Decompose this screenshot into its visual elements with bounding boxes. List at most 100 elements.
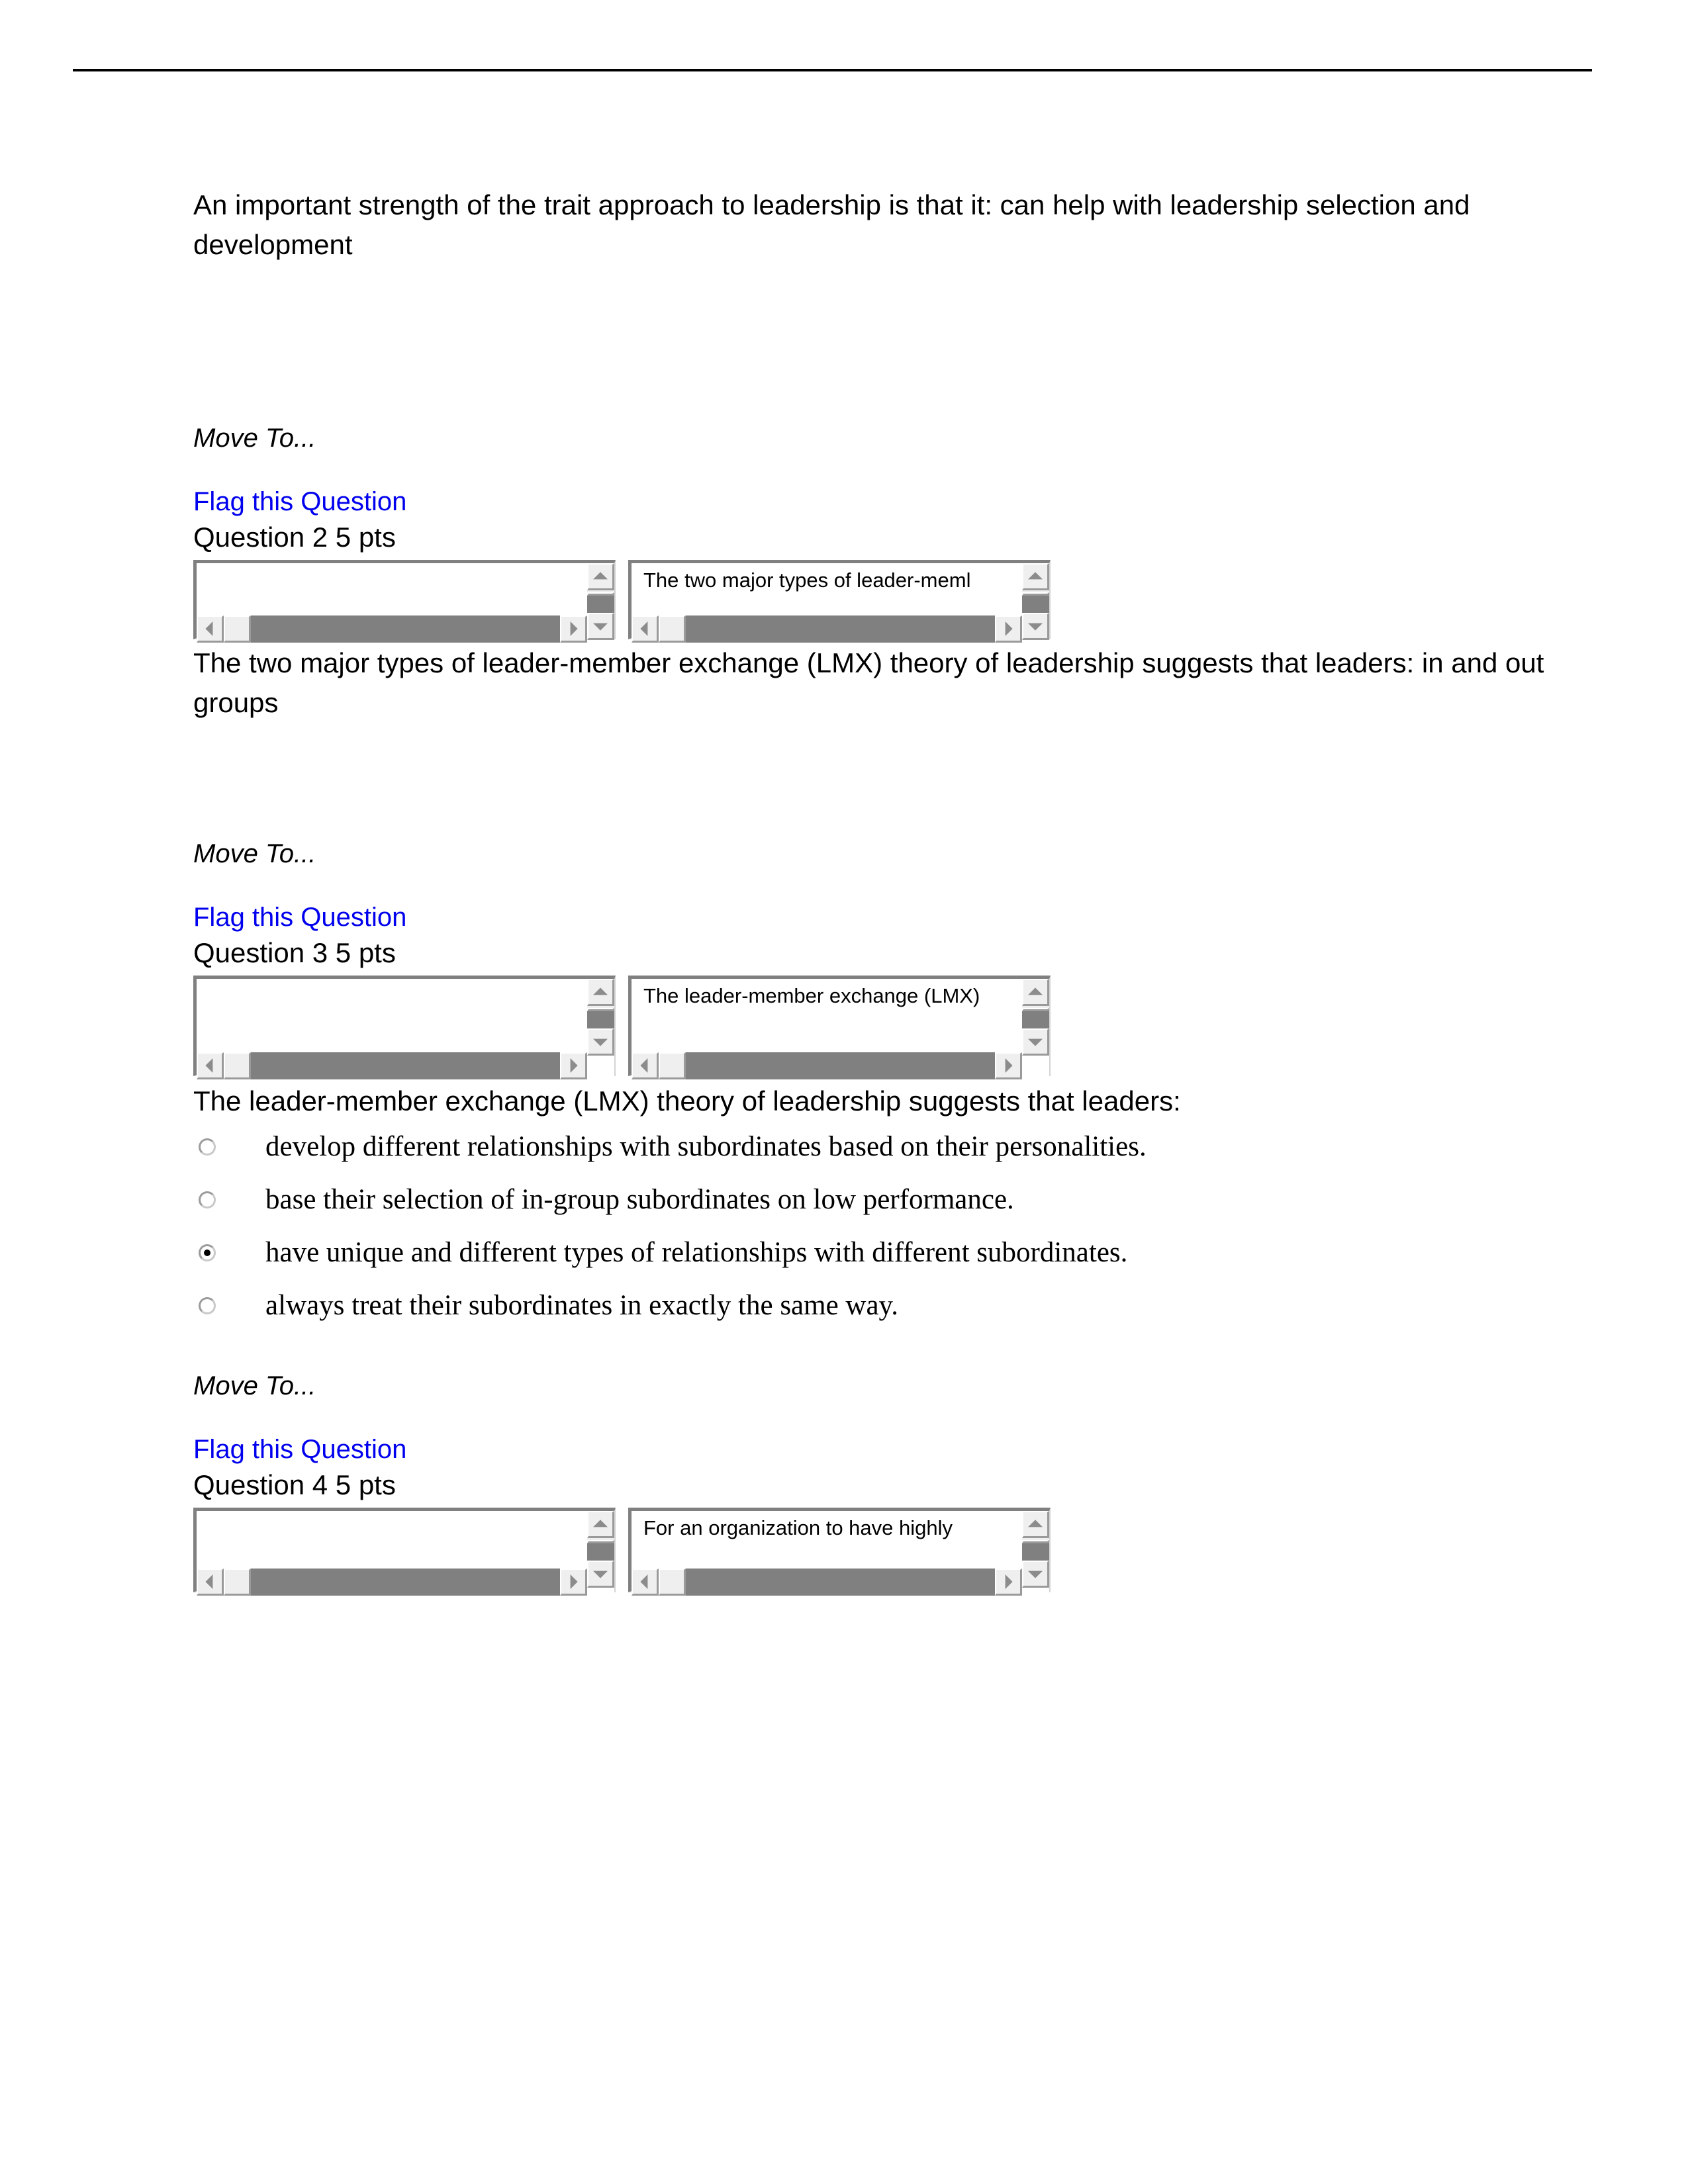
- flag-question-link-q4[interactable]: Flag this Question: [193, 1432, 406, 1467]
- horizontal-scrollbar[interactable]: [197, 615, 614, 643]
- horizontal-scroll-track-left[interactable]: [659, 615, 686, 643]
- page-content: An important strength of the trait appro…: [193, 185, 1590, 1596]
- move-to-label-q2[interactable]: Move To...: [193, 421, 1590, 455]
- scrollbar-corner: [1022, 1052, 1049, 1079]
- scrollbox-left-q3[interactable]: [193, 976, 616, 1079]
- vertical-scrollbar[interactable]: [585, 979, 614, 1056]
- scroll-left-arrow-icon[interactable]: [197, 615, 224, 643]
- horizontal-scroll-thumb[interactable]: [686, 1052, 995, 1079]
- scrollbox-canvas[interactable]: [197, 563, 585, 615]
- answer-option[interactable]: always treat their subordinates in exact…: [193, 1287, 1590, 1340]
- scrollbox-left-q2[interactable]: [193, 560, 616, 643]
- scroll-down-arrow-icon[interactable]: [1022, 1028, 1049, 1056]
- scroll-widget-pair-q2: The two major types of leader-meml: [193, 560, 1590, 643]
- scroll-left-arrow-icon[interactable]: [197, 1569, 224, 1596]
- horizontal-scrollbar[interactable]: [632, 1569, 1049, 1596]
- move-to-label-q4[interactable]: Move To...: [193, 1369, 1590, 1403]
- vertical-scroll-thumb[interactable]: [1022, 1543, 1049, 1561]
- scrollbox-canvas-text: The leader-member exchange (LMX): [643, 984, 980, 1007]
- answer-option[interactable]: develop different relationships with sub…: [193, 1128, 1590, 1181]
- scroll-up-arrow-icon[interactable]: [587, 979, 614, 1006]
- scrollbox-canvas-text: The two major types of leader-meml: [643, 569, 971, 592]
- scroll-up-arrow-icon[interactable]: [587, 563, 614, 590]
- scroll-up-arrow-icon[interactable]: [1022, 1511, 1049, 1538]
- vertical-scroll-thumb[interactable]: [587, 1011, 614, 1028]
- horizontal-scroll-track-left[interactable]: [224, 1569, 251, 1596]
- scroll-left-arrow-icon[interactable]: [197, 1052, 224, 1079]
- flag-question-link-q3[interactable]: Flag this Question: [193, 900, 406, 934]
- scrollbar-corner: [587, 1052, 614, 1079]
- vertical-scroll-thumb[interactable]: [1022, 596, 1049, 613]
- vertical-scrollbar[interactable]: [1020, 1511, 1049, 1588]
- scroll-right-arrow-icon[interactable]: [995, 615, 1022, 643]
- answer-option[interactable]: base their selection of in-group subordi…: [193, 1181, 1590, 1234]
- radio-button-icon[interactable]: [199, 1297, 216, 1314]
- horizontal-scroll-thumb[interactable]: [686, 1569, 995, 1596]
- scrollbox-viewport: For an organization to have highly: [632, 1511, 1049, 1588]
- scroll-left-arrow-icon[interactable]: [632, 1052, 659, 1079]
- flag-question-link-q2[interactable]: Flag this Question: [193, 484, 406, 519]
- page-top-rule: [73, 69, 1592, 71]
- scroll-right-arrow-icon[interactable]: [995, 1052, 1022, 1079]
- scroll-right-arrow-icon[interactable]: [995, 1569, 1022, 1596]
- vertical-scroll-thumb[interactable]: [587, 1543, 614, 1561]
- answer-option[interactable]: have unique and different types of relat…: [193, 1234, 1590, 1287]
- horizontal-scroll-thumb[interactable]: [686, 615, 995, 643]
- scrollbox-canvas[interactable]: [197, 1511, 585, 1569]
- scroll-left-arrow-icon[interactable]: [632, 1569, 659, 1596]
- vertical-scroll-thumb[interactable]: [587, 596, 614, 613]
- scrollbox-viewport: [197, 563, 614, 640]
- vertical-scrollbar[interactable]: [585, 1511, 614, 1588]
- scroll-up-arrow-icon[interactable]: [1022, 563, 1049, 590]
- scrollbox-right-q4[interactable]: For an organization to have highly: [628, 1508, 1051, 1596]
- vertical-scrollbar[interactable]: [1020, 563, 1049, 640]
- scroll-down-arrow-icon[interactable]: [587, 1028, 614, 1056]
- scroll-right-arrow-icon[interactable]: [560, 1569, 587, 1596]
- move-to-label-q3[interactable]: Move To...: [193, 837, 1590, 871]
- horizontal-scroll-thumb[interactable]: [251, 615, 560, 643]
- scrollbox-canvas[interactable]: [197, 979, 585, 1052]
- scrollbox-right-q3[interactable]: The leader-member exchange (LMX): [628, 976, 1051, 1079]
- horizontal-scroll-thumb[interactable]: [251, 1052, 560, 1079]
- vertical-scroll-thumb[interactable]: [1022, 1011, 1049, 1028]
- horizontal-scroll-track-left[interactable]: [659, 1569, 686, 1596]
- scroll-down-arrow-icon[interactable]: [1022, 613, 1049, 640]
- vertical-scrollbar[interactable]: [1020, 979, 1049, 1056]
- scroll-down-arrow-icon[interactable]: [1022, 1561, 1049, 1588]
- radio-button-icon[interactable]: [199, 1138, 216, 1156]
- horizontal-scroll-track-left[interactable]: [224, 615, 251, 643]
- scrollbox-canvas[interactable]: For an organization to have highly: [632, 1511, 1020, 1569]
- horizontal-scrollbar[interactable]: [197, 1052, 614, 1079]
- horizontal-scrollbar[interactable]: [632, 615, 1049, 643]
- radio-button-icon-selected[interactable]: [199, 1244, 216, 1261]
- horizontal-scrollbar[interactable]: [197, 1569, 614, 1596]
- answer-option-label: base their selection of in-group subordi…: [265, 1184, 1014, 1215]
- answer-option-label: have unique and different types of relat…: [265, 1237, 1128, 1268]
- scrollbox-right-q2[interactable]: The two major types of leader-meml: [628, 560, 1051, 643]
- vertical-scrollbar[interactable]: [585, 563, 614, 640]
- answer-option-label: always treat their subordinates in exact…: [265, 1290, 899, 1321]
- scroll-up-arrow-icon[interactable]: [587, 1511, 614, 1538]
- scroll-up-arrow-icon[interactable]: [1022, 979, 1049, 1006]
- horizontal-scroll-thumb[interactable]: [251, 1569, 560, 1596]
- radio-button-icon[interactable]: [199, 1191, 216, 1208]
- scroll-right-arrow-icon[interactable]: [560, 615, 587, 643]
- horizontal-scroll-track-left[interactable]: [659, 1052, 686, 1079]
- scrollbox-left-q4[interactable]: [193, 1508, 616, 1596]
- scrollbox-viewport: [197, 1511, 614, 1588]
- scroll-right-arrow-icon[interactable]: [560, 1052, 587, 1079]
- quiz-page: An important strength of the trait appro…: [0, 0, 1688, 2184]
- scrollbox-canvas[interactable]: The leader-member exchange (LMX): [632, 979, 1020, 1052]
- question-statement-q3: The leader-member exchange (LMX) theory …: [193, 1085, 1181, 1116]
- scroll-left-arrow-icon[interactable]: [632, 615, 659, 643]
- horizontal-scrollbar[interactable]: [632, 1052, 1049, 1079]
- horizontal-scroll-track-left[interactable]: [224, 1052, 251, 1079]
- scroll-down-arrow-icon[interactable]: [587, 1561, 614, 1588]
- scroll-down-arrow-icon[interactable]: [587, 613, 614, 640]
- scrollbox-canvas[interactable]: The two major types of leader-meml: [632, 563, 1020, 615]
